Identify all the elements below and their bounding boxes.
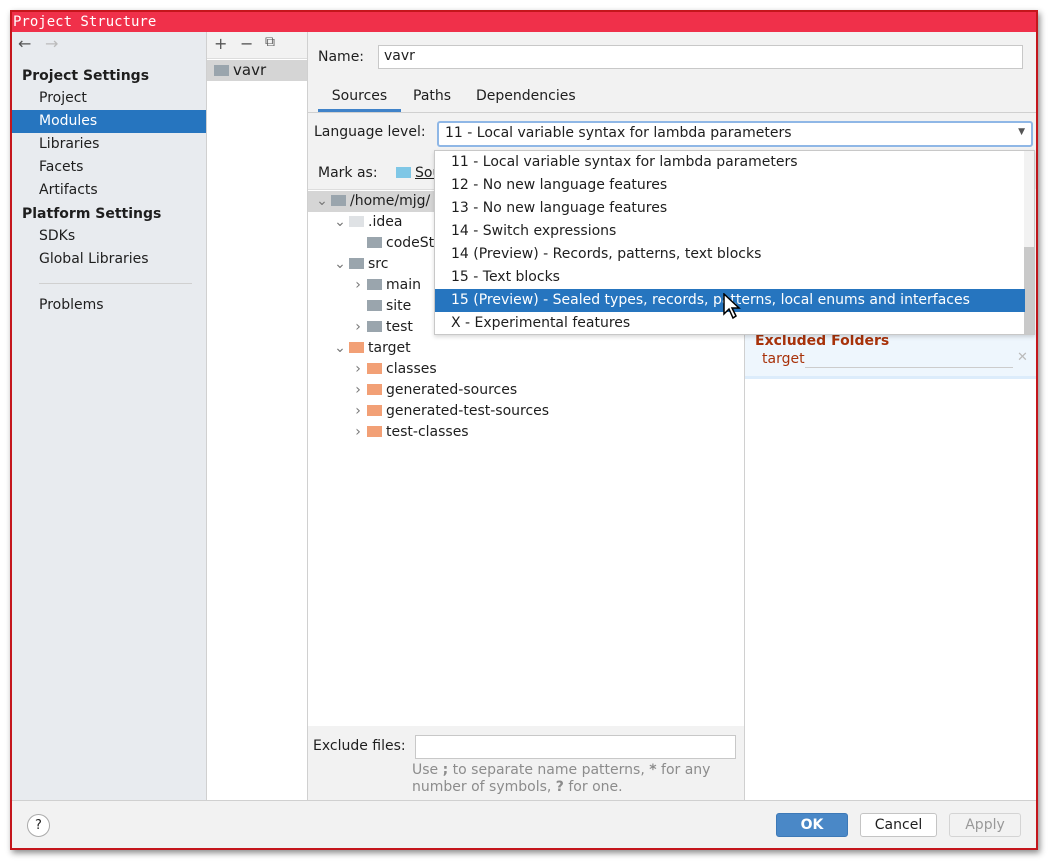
tree-node-label: generated-sources	[386, 382, 518, 398]
sidebar-item-problems[interactable]: Problems	[12, 294, 206, 317]
tree-node-label: src	[368, 256, 389, 272]
platform-settings-heading: Platform Settings	[22, 206, 162, 222]
folder-icon	[331, 195, 346, 206]
tree-node-label: main	[386, 277, 421, 293]
folder-icon	[367, 363, 382, 374]
folder-icon	[349, 342, 364, 353]
cancel-button[interactable]: Cancel	[860, 813, 937, 837]
tree-node[interactable]: › generated-sources	[308, 380, 745, 401]
ok-button[interactable]: OK	[776, 813, 848, 837]
tree-node[interactable]: ⌄ target	[308, 338, 745, 359]
tree-node[interactable]: › generated-test-sources	[308, 401, 745, 422]
chevron-right-icon[interactable]: ›	[349, 317, 367, 338]
chevron-down-icon: ▼	[1018, 127, 1025, 137]
language-level-select[interactable]: 11 - Local variable syntax for lambda pa…	[437, 121, 1033, 147]
modules-toolbar: + − ⧉	[207, 32, 307, 59]
chevron-right-icon[interactable]: ›	[349, 275, 367, 296]
folder-icon	[367, 384, 382, 395]
language-level-option[interactable]: 15 - Text blocks	[435, 266, 1025, 289]
exclude-files-input[interactable]	[415, 735, 736, 759]
folder-icon	[367, 237, 382, 248]
module-folder-icon	[214, 65, 229, 76]
exclude-files-section: Exclude files: Use ; to separate name pa…	[308, 726, 745, 800]
tree-node-label: site	[386, 298, 412, 314]
excluded-folders-title: Excluded Folders	[755, 333, 890, 349]
forward-icon[interactable]: →	[45, 34, 58, 53]
module-editor: Name: vavr Sources Paths Dependencies La…	[308, 32, 1036, 800]
mark-as-label: Mark as:	[318, 165, 378, 181]
tabs-divider	[308, 112, 1036, 113]
chevron-down-icon[interactable]: ⌄	[331, 254, 349, 275]
excluded-folders-section: Excluded Folders target ✕	[745, 330, 1036, 379]
language-level-option[interactable]: 12 - No new language features	[435, 174, 1025, 197]
sidebar: ← → Project Settings Project Modules Lib…	[12, 32, 207, 800]
tree-node-label: target	[368, 340, 411, 356]
excluded-underline	[805, 367, 1013, 368]
scrollbar-thumb[interactable]	[1024, 247, 1034, 334]
tree-node[interactable]: › test-classes	[308, 422, 745, 443]
remove-excluded-icon[interactable]: ✕	[1017, 350, 1028, 365]
tree-node-label: .idea	[368, 214, 403, 230]
add-icon[interactable]: +	[214, 34, 227, 53]
chevron-down-icon[interactable]: ⌄	[313, 191, 331, 212]
mouse-cursor-icon	[723, 293, 741, 320]
name-input[interactable]: vavr	[378, 45, 1023, 69]
sidebar-item-project[interactable]: Project	[12, 87, 206, 110]
chevron-down-icon[interactable]: ⌄	[331, 212, 349, 233]
sidebar-item-modules[interactable]: Modules	[12, 110, 206, 133]
title-bar: Project Structure	[12, 12, 1036, 32]
dialog-footer: ? OK Cancel Apply	[12, 800, 1036, 848]
remove-icon[interactable]: −	[240, 34, 253, 53]
language-level-value: 11 - Local variable syntax for lambda pa…	[445, 125, 792, 141]
modules-panel: + − ⧉ vavr	[207, 32, 308, 800]
chevron-right-icon[interactable]: ›	[349, 380, 367, 401]
tree-node-label: generated-test-sources	[386, 403, 550, 419]
sidebar-item-facets[interactable]: Facets	[12, 156, 206, 179]
folder-icon	[367, 321, 382, 332]
sidebar-item-sdks[interactable]: SDKs	[12, 225, 206, 248]
module-item-vavr[interactable]: vavr	[207, 60, 307, 81]
excluded-folder-item: target	[762, 351, 805, 367]
help-button[interactable]: ?	[27, 814, 50, 837]
sidebar-item-artifacts[interactable]: Artifacts	[12, 179, 206, 202]
folder-icon	[367, 300, 382, 311]
language-level-option[interactable]: 14 - Switch expressions	[435, 220, 1025, 243]
folder-icon	[367, 405, 382, 416]
tree-node[interactable]: › classes	[308, 359, 745, 380]
language-level-option[interactable]: 13 - No new language features	[435, 197, 1025, 220]
divider	[39, 283, 192, 284]
copy-icon[interactable]: ⧉	[265, 34, 275, 50]
tree-node-label: test	[386, 319, 413, 335]
sidebar-item-libraries[interactable]: Libraries	[12, 133, 206, 156]
chevron-down-icon[interactable]: ⌄	[331, 338, 349, 359]
chevron-right-icon[interactable]: ›	[349, 422, 367, 443]
chevron-right-icon[interactable]: ›	[349, 401, 367, 422]
module-label: vavr	[233, 61, 267, 79]
folder-icon	[367, 426, 382, 437]
language-level-option[interactable]: 11 - Local variable syntax for lambda pa…	[435, 151, 1025, 174]
language-level-label: Language level:	[314, 124, 426, 140]
folder-icon	[349, 258, 364, 269]
tree-node-label: /home/mjg/	[350, 193, 431, 209]
exclude-files-label: Exclude files:	[313, 738, 406, 754]
back-icon[interactable]: ←	[18, 34, 31, 53]
tree-node-label: classes	[386, 361, 437, 377]
tab-sources[interactable]: Sources	[318, 88, 401, 112]
name-label: Name:	[318, 49, 365, 65]
project-structure-dialog: Project Structure ← → Project Settings P…	[10, 10, 1038, 850]
tab-dependencies[interactable]: Dependencies	[476, 88, 576, 104]
language-level-option[interactable]: 14 (Preview) - Records, patterns, text b…	[435, 243, 1025, 266]
folder-icon	[349, 216, 364, 227]
apply-button[interactable]: Apply	[949, 813, 1021, 837]
project-settings-heading: Project Settings	[22, 68, 150, 84]
tree-node-label: test-classes	[386, 424, 469, 440]
chevron-right-icon[interactable]: ›	[349, 359, 367, 380]
sidebar-item-global-libraries[interactable]: Global Libraries	[12, 248, 206, 271]
dropdown-scrollbar[interactable]	[1024, 151, 1034, 334]
exclude-files-hint: Use ; to separate name patterns, * for a…	[412, 762, 711, 795]
sources-folder-icon	[396, 167, 411, 178]
tab-paths[interactable]: Paths	[413, 88, 451, 104]
folder-icon	[367, 279, 382, 290]
tree-node-label: codeSt	[386, 235, 435, 251]
